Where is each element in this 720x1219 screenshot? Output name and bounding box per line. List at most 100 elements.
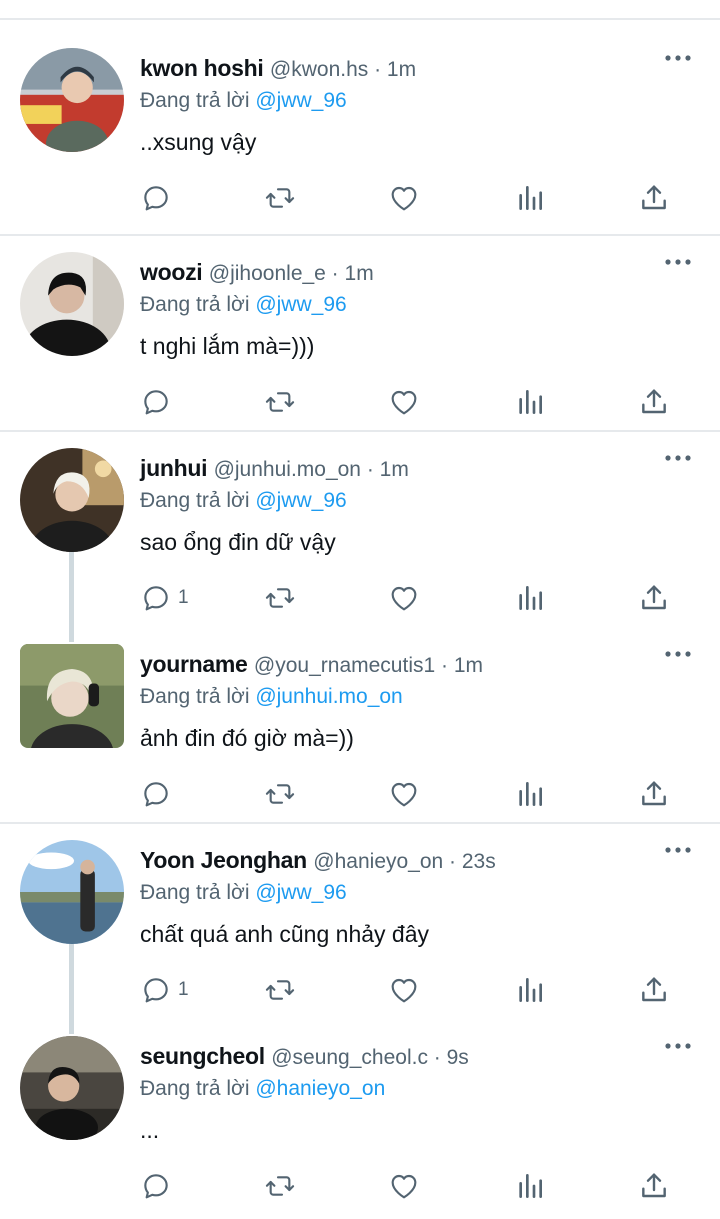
views-button[interactable] — [514, 776, 546, 812]
tweet-header: seungcheol @seung_cheol.c · 9s — [140, 1036, 696, 1076]
reply-icon — [140, 1170, 172, 1202]
views-chart-icon — [514, 1170, 546, 1202]
tweet-kwon-hoshi[interactable]: kwon hoshi @kwon.hs · 1m Đang trả lời @j… — [0, 20, 720, 234]
tweet-text: sao ổng đin dữ vậy — [140, 529, 336, 555]
avatar[interactable] — [20, 644, 124, 748]
like-button[interactable] — [388, 972, 420, 1008]
share-icon — [638, 582, 670, 614]
tweet-seungcheol[interactable]: seungcheol @seung_cheol.c · 9s Đang trả … — [0, 1008, 720, 1219]
action-bar — [140, 1168, 696, 1204]
views-button[interactable] — [514, 972, 546, 1008]
more-options-icon[interactable] — [664, 646, 692, 662]
more-options-icon[interactable] — [664, 1038, 692, 1054]
tweet-yourname[interactable]: yourname @you_rnamecutis1 · 1m Đang trả … — [0, 616, 720, 822]
retweet-button[interactable] — [264, 776, 296, 812]
tweet-header: yourname @you_rnamecutis1 · 1m — [140, 644, 696, 684]
reply-context: Đang trả lời @jww_96 — [140, 484, 696, 518]
reply-button[interactable] — [140, 776, 178, 812]
handle-time: @jihoonle_e · 1m — [208, 262, 374, 285]
heart-icon — [388, 974, 420, 1006]
avatar[interactable] — [20, 48, 124, 152]
reply-count: 1 — [178, 979, 189, 1000]
avatar-photo-icon — [20, 1036, 124, 1140]
handle-time: @hanieyo_on · 23s — [313, 850, 496, 873]
reply-mention-link[interactable]: @junhui.mo_on — [255, 685, 402, 708]
retweet-button[interactable] — [264, 580, 296, 616]
reply-icon — [140, 582, 172, 614]
share-button[interactable] — [638, 1168, 670, 1204]
like-button[interactable] — [388, 1168, 420, 1204]
share-button[interactable] — [638, 180, 670, 216]
share-button[interactable] — [638, 384, 670, 420]
views-button[interactable] — [514, 580, 546, 616]
reply-count: 1 — [178, 587, 189, 608]
like-button[interactable] — [388, 776, 420, 812]
display-name[interactable]: woozi — [140, 259, 203, 285]
tweet-woozi[interactable]: woozi @jihoonle_e · 1m Đang trả lời @jww… — [0, 224, 720, 430]
reply-mention-link[interactable]: @hanieyo_on — [255, 1077, 385, 1100]
tweet-junhui[interactable]: junhui @junhui.mo_on · 1m Đang trả lời @… — [0, 420, 720, 642]
share-icon — [638, 182, 670, 214]
avatar[interactable] — [20, 840, 124, 944]
retweet-button[interactable] — [264, 180, 296, 216]
views-chart-icon — [514, 386, 546, 418]
avatar[interactable] — [20, 252, 124, 356]
retweet-button[interactable] — [264, 384, 296, 420]
display-name[interactable]: Yoon Jeonghan — [140, 847, 307, 873]
reply-button[interactable] — [140, 384, 178, 420]
reply-prefix: Đang trả lời — [140, 489, 250, 512]
avatar[interactable] — [20, 1036, 124, 1140]
retweet-button[interactable] — [264, 1168, 296, 1204]
more-options-icon[interactable] — [664, 450, 692, 466]
like-button[interactable] — [388, 580, 420, 616]
reply-mention-link[interactable]: @jww_96 — [255, 881, 346, 904]
display-name[interactable]: seungcheol — [140, 1043, 265, 1069]
reply-button[interactable] — [140, 180, 178, 216]
like-button[interactable] — [388, 180, 420, 216]
avatar-photo-icon — [20, 448, 124, 552]
share-button[interactable] — [638, 776, 670, 812]
display-name[interactable]: junhui — [140, 455, 207, 481]
heart-icon — [388, 386, 420, 418]
views-button[interactable] — [514, 384, 546, 420]
share-button[interactable] — [638, 972, 670, 1008]
handle-time: @kwon.hs · 1m — [269, 58, 417, 81]
reply-mention-link[interactable]: @jww_96 — [255, 489, 346, 512]
display-name[interactable]: kwon hoshi — [140, 55, 264, 81]
views-chart-icon — [514, 778, 546, 810]
reply-button[interactable]: 1 — [140, 580, 189, 616]
avatar-photo-icon — [20, 840, 124, 944]
more-options-icon[interactable] — [664, 254, 692, 270]
reply-button[interactable] — [140, 1168, 178, 1204]
views-chart-icon — [514, 182, 546, 214]
more-options-icon[interactable] — [664, 50, 692, 66]
reply-prefix: Đang trả lời — [140, 881, 250, 904]
reply-prefix: Đang trả lời — [140, 685, 250, 708]
retweet-icon — [264, 1170, 296, 1202]
avatar-photo-icon — [20, 48, 124, 152]
like-button[interactable] — [388, 384, 420, 420]
reply-prefix: Đang trả lời — [140, 293, 250, 316]
tweet-yoon-jeonghan[interactable]: Yoon Jeonghan @hanieyo_on · 23s Đang trả… — [0, 812, 720, 1034]
share-icon — [638, 974, 670, 1006]
more-options-icon[interactable] — [664, 842, 692, 858]
handle-time: @seung_cheol.c · 9s — [271, 1046, 469, 1069]
retweet-button[interactable] — [264, 972, 296, 1008]
reply-context: Đang trả lời @junhui.mo_on — [140, 680, 696, 714]
share-button[interactable] — [638, 580, 670, 616]
retweet-icon — [264, 778, 296, 810]
share-icon — [638, 1170, 670, 1202]
reply-icon — [140, 182, 172, 214]
reply-button[interactable]: 1 — [140, 972, 189, 1008]
views-button[interactable] — [514, 1168, 546, 1204]
avatar[interactable] — [20, 448, 124, 552]
reply-context: Đang trả lời @jww_96 — [140, 288, 696, 322]
retweet-icon — [264, 386, 296, 418]
reply-icon — [140, 778, 172, 810]
display-name[interactable]: yourname — [140, 651, 248, 677]
tweet-text: ... — [140, 1117, 160, 1143]
reply-mention-link[interactable]: @jww_96 — [255, 293, 346, 316]
views-button[interactable] — [514, 180, 546, 216]
reply-mention-link[interactable]: @jww_96 — [255, 89, 346, 112]
views-chart-icon — [514, 582, 546, 614]
